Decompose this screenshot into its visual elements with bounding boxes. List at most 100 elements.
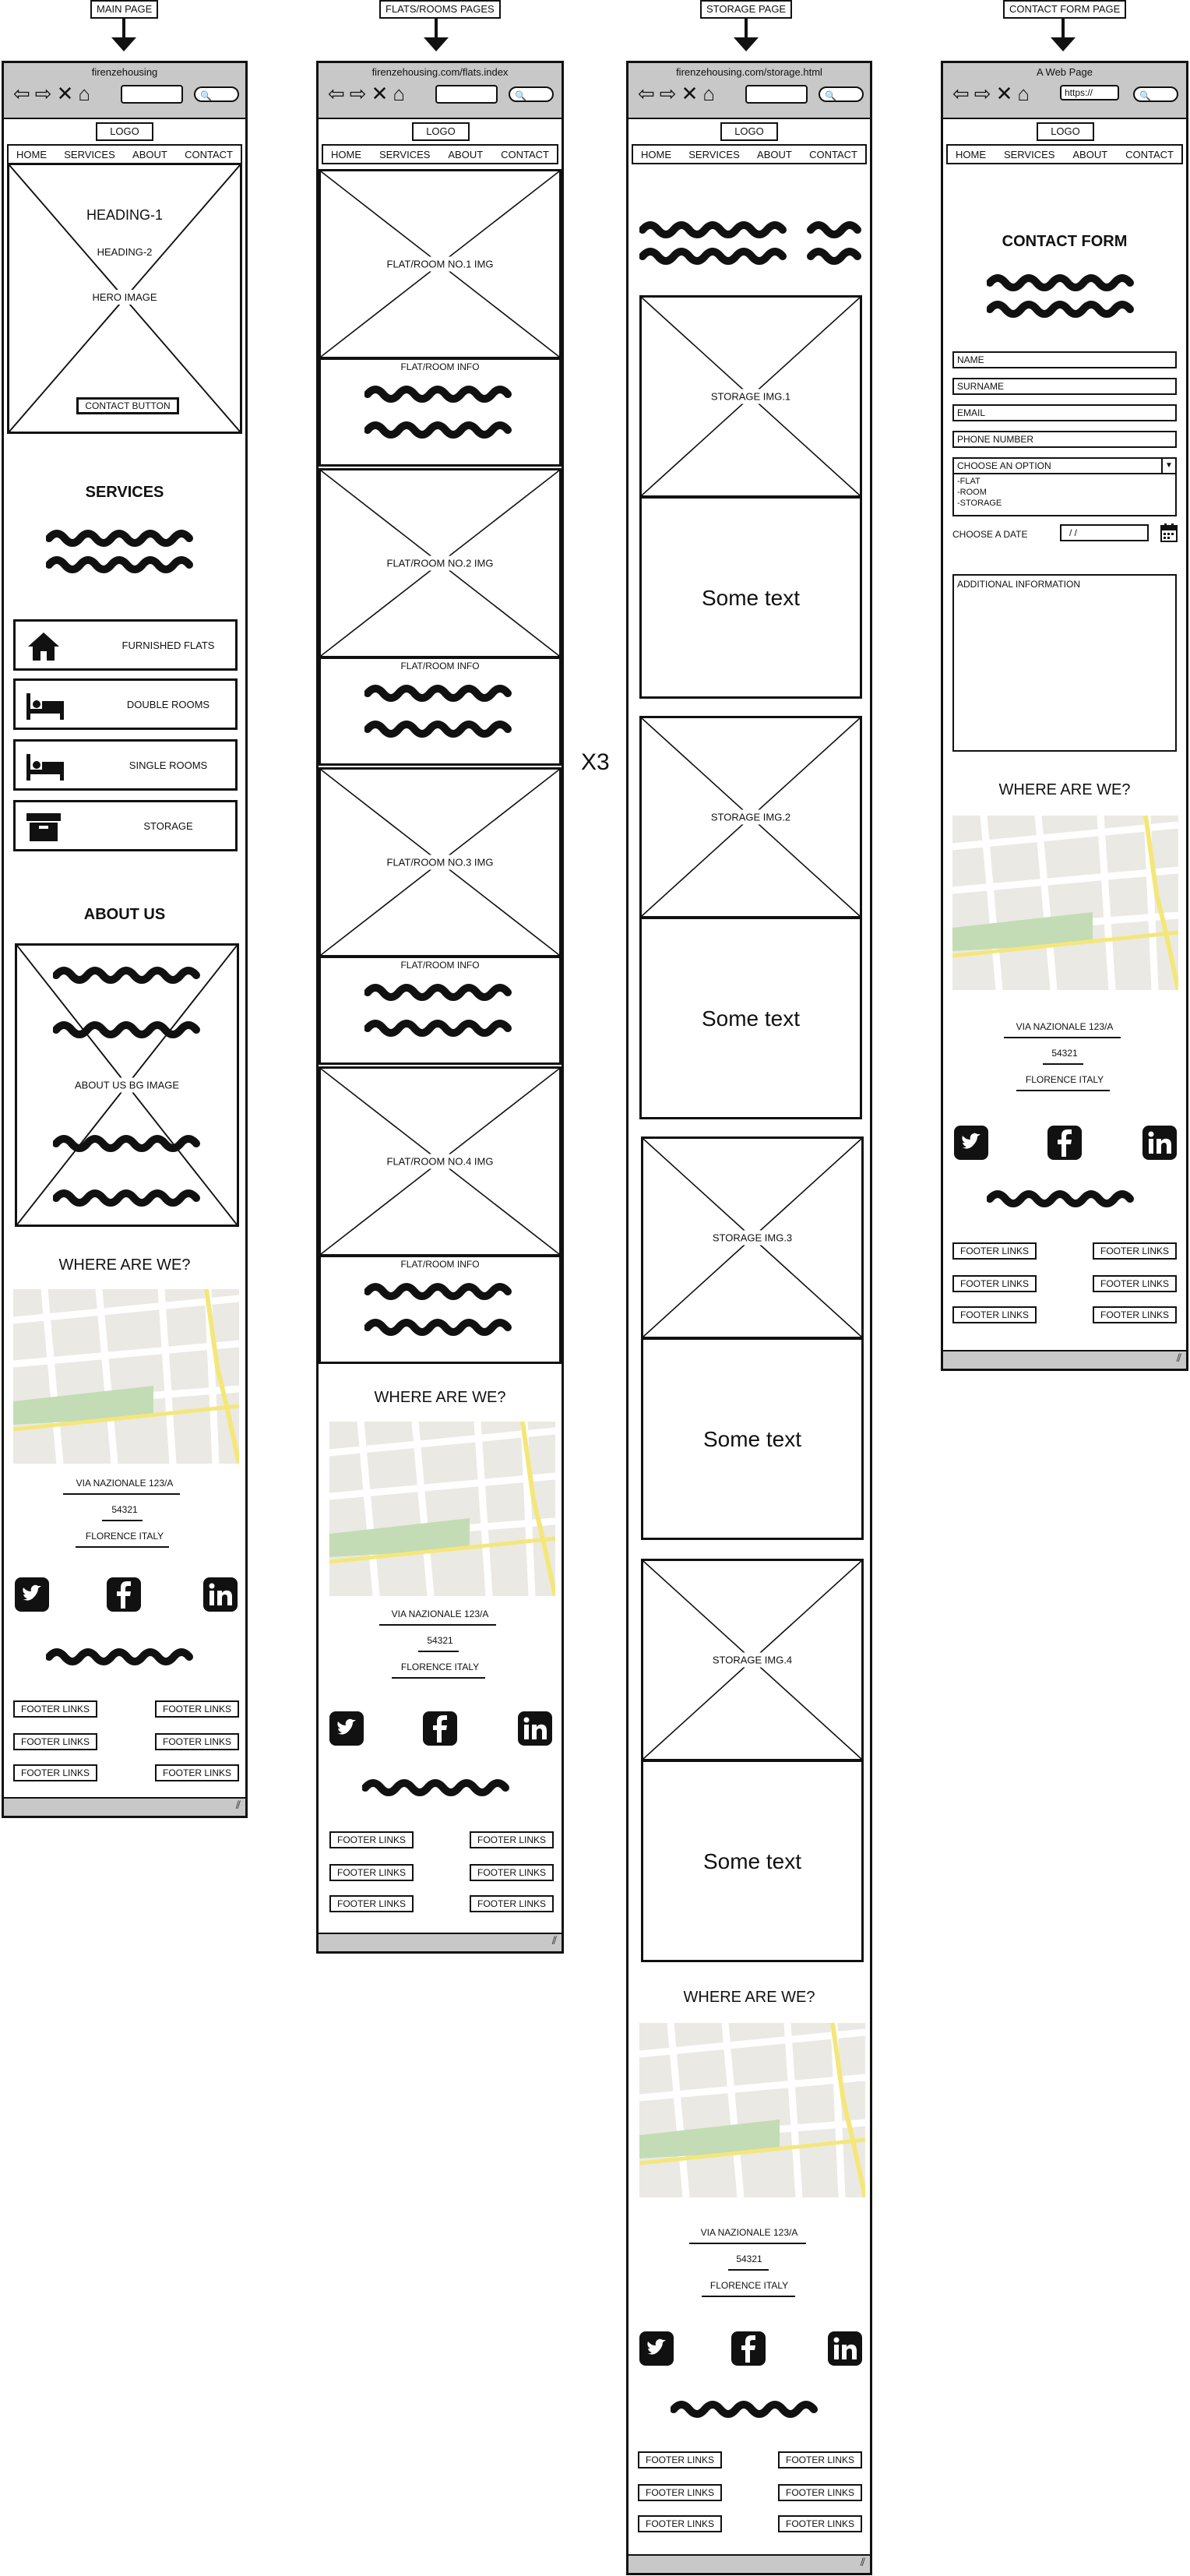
resize-grip-icon[interactable]: ⫽: [236, 1799, 241, 1812]
footer-link[interactable]: FOOTER LINKS: [470, 1864, 554, 1881]
nav-about[interactable]: ABOUT: [1072, 149, 1107, 160]
page-label-contact: CONTACT FORM PAGE: [1003, 0, 1127, 19]
surname-field[interactable]: SURNAME: [952, 378, 1177, 395]
option-storage[interactable]: -STORAGE: [957, 498, 1172, 509]
storage-text: Some text: [702, 1849, 802, 1873]
nav-contact[interactable]: CONTACT: [809, 149, 857, 160]
footer-link[interactable]: FOOTER LINKS: [952, 1275, 1037, 1292]
twitter-icon[interactable]: [329, 1711, 364, 1746]
footer-link[interactable]: FOOTER LINKS: [1093, 1242, 1177, 1260]
resize-grip-icon[interactable]: ⫽: [1177, 1351, 1181, 1365]
option-select[interactable]: CHOOSE AN OPTION ▼: [952, 457, 1177, 474]
nav-home[interactable]: HOME: [16, 149, 47, 160]
nav-services[interactable]: SERVICES: [379, 149, 431, 160]
contact-button[interactable]: CONTACT BUTTON: [76, 397, 179, 414]
footer-link[interactable]: FOOTER LINKS: [638, 2484, 722, 2501]
facebook-icon[interactable]: [423, 1711, 457, 1746]
footer-link[interactable]: FOOTER LINKS: [13, 1733, 97, 1750]
footer-link[interactable]: FOOTER LINKS: [638, 2515, 722, 2532]
browser-nav-icons[interactable]: ⇦⇨✕⌂: [328, 80, 410, 107]
map-image[interactable]: [13, 1289, 239, 1464]
url-bar[interactable]: [435, 85, 498, 104]
nav-contact[interactable]: CONTACT: [1125, 149, 1174, 160]
footer-link[interactable]: FOOTER LINKS: [778, 2515, 862, 2532]
search-bar[interactable]: 🔍: [1133, 86, 1178, 102]
browser-nav-icons[interactable]: ⇦⇨✕⌂: [638, 80, 720, 107]
linkedin-icon[interactable]: [828, 2331, 862, 2366]
browser-nav-icons[interactable]: ⇦⇨✕⌂: [13, 80, 95, 107]
footer-link[interactable]: FOOTER LINKS: [155, 1700, 239, 1718]
service-double-rooms[interactable]: DOUBLE ROOMS: [13, 678, 238, 730]
footer-link[interactable]: FOOTER LINKS: [329, 1831, 414, 1848]
linkedin-icon[interactable]: [203, 1577, 238, 1612]
footer-link[interactable]: FOOTER LINKS: [155, 1733, 239, 1750]
nav-services[interactable]: SERVICES: [64, 149, 115, 160]
calendar-icon[interactable]: [1160, 523, 1178, 543]
facebook-icon[interactable]: [1047, 1126, 1082, 1160]
url-bar[interactable]: https://: [1060, 85, 1119, 100]
logo[interactable]: LOGO: [412, 122, 470, 141]
option-room[interactable]: -ROOM: [957, 487, 1172, 498]
storage-image-3: STORAGE IMG.3: [641, 1136, 864, 1339]
phone-number-field[interactable]: PHONE NUMBER: [952, 431, 1177, 448]
nav-about[interactable]: ABOUT: [132, 149, 167, 160]
option-flat[interactable]: -FLAT: [957, 476, 1172, 487]
email-field[interactable]: EMAIL: [952, 404, 1177, 421]
logo[interactable]: LOGO: [96, 122, 153, 141]
footer-link[interactable]: FOOTER LINKS: [329, 1864, 414, 1881]
nav-home[interactable]: HOME: [956, 149, 986, 160]
footer-link[interactable]: FOOTER LINKS: [329, 1895, 414, 1912]
footer-link[interactable]: FOOTER LINKS: [470, 1831, 554, 1848]
browser-nav-icons[interactable]: ⇦⇨✕⌂: [952, 80, 1034, 107]
footer-link[interactable]: FOOTER LINKS: [13, 1700, 97, 1718]
facebook-icon[interactable]: [107, 1577, 141, 1612]
url-bar[interactable]: [745, 85, 808, 104]
window-bottom-bar: ⫽: [628, 2554, 870, 2573]
hero-image: HEADING-1 HEADING-2 HERO IMAGE CONTACT B…: [7, 163, 242, 434]
search-bar[interactable]: 🔍: [194, 86, 239, 102]
service-furnished-flats[interactable]: FURNISHED FLATS: [13, 619, 238, 671]
url-bar[interactable]: [121, 85, 183, 104]
footer-link[interactable]: FOOTER LINKS: [952, 1242, 1037, 1260]
resize-grip-icon[interactable]: ⫽: [861, 2556, 865, 2569]
map-image[interactable]: [639, 2023, 865, 2197]
footer-link[interactable]: FOOTER LINKS: [1093, 1275, 1177, 1292]
footer-link[interactable]: FOOTER LINKS: [470, 1895, 554, 1912]
logo[interactable]: LOGO: [1037, 122, 1094, 141]
footer-link[interactable]: FOOTER LINKS: [155, 1764, 239, 1781]
name-field[interactable]: NAME: [952, 351, 1177, 368]
nav-services[interactable]: SERVICES: [688, 149, 740, 160]
nav-contact[interactable]: CONTACT: [501, 149, 549, 160]
nav-about[interactable]: ABOUT: [757, 149, 792, 160]
nav-home[interactable]: HOME: [641, 149, 671, 160]
nav-services[interactable]: SERVICES: [1004, 149, 1055, 160]
footer-link[interactable]: FOOTER LINKS: [952, 1306, 1037, 1323]
service-storage[interactable]: STORAGE: [13, 800, 238, 851]
map-image[interactable]: [329, 1422, 555, 1596]
facebook-icon[interactable]: [731, 2331, 766, 2366]
search-bar[interactable]: 🔍: [509, 86, 554, 102]
nav-contact[interactable]: CONTACT: [185, 149, 233, 160]
additional-info-textarea[interactable]: ADDITIONAL INFORMATION: [952, 574, 1177, 752]
twitter-icon[interactable]: [15, 1577, 49, 1612]
footer-link[interactable]: FOOTER LINKS: [638, 2451, 722, 2469]
service-label: SINGLE ROOMS: [129, 759, 208, 771]
contact-form-heading: CONTACT FORM: [1002, 233, 1128, 250]
twitter-icon[interactable]: [954, 1126, 988, 1160]
chevron-down-icon[interactable]: ▼: [1161, 459, 1175, 473]
nav-about[interactable]: ABOUT: [448, 149, 483, 160]
footer-link[interactable]: FOOTER LINKS: [778, 2484, 862, 2501]
map-image[interactable]: [952, 816, 1178, 990]
footer-link[interactable]: FOOTER LINKS: [778, 2451, 862, 2469]
date-input[interactable]: / /: [1060, 524, 1149, 541]
footer-link[interactable]: FOOTER LINKS: [13, 1764, 97, 1781]
linkedin-icon[interactable]: [518, 1711, 552, 1746]
twitter-icon[interactable]: [639, 2331, 674, 2366]
footer-link[interactable]: FOOTER LINKS: [1093, 1306, 1177, 1323]
service-single-rooms[interactable]: SINGLE ROOMS: [13, 739, 238, 791]
resize-grip-icon[interactable]: ⫽: [552, 1934, 557, 1947]
logo[interactable]: LOGO: [720, 122, 778, 141]
search-bar[interactable]: 🔍: [819, 86, 864, 102]
nav-home[interactable]: HOME: [331, 149, 361, 160]
linkedin-icon[interactable]: [1142, 1126, 1177, 1160]
